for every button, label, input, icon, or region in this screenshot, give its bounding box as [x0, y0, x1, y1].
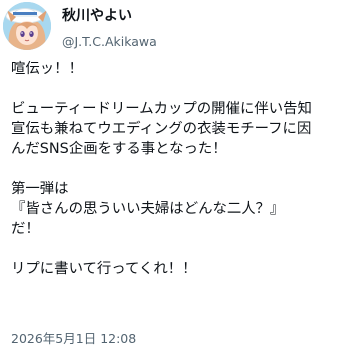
tweet-post: 秋川やよい @J.T.C.Akikawa 喧伝ッ！！ ビューティードリームカップ… — [0, 0, 360, 360]
tweet-line: 『皆さんの思ういい夫婦はどんな二人？』 — [11, 201, 285, 217]
tweet-line: 喧伝ッ！！ — [11, 61, 83, 77]
tweet-paragraph: ビューティードリームカップの開催に伴い告知 宣伝も兼ねてウエディングの衣装モチー… — [11, 99, 356, 159]
tweet-paragraph: リプに書いて行ってくれ！！ — [11, 259, 356, 279]
tweet-paragraph: 第一弾は 『皆さんの思ういい夫婦はどんな二人？』 だ！ — [11, 179, 356, 239]
tweet-text: 喧伝ッ！！ ビューティードリームカップの開催に伴い告知 宣伝も兼ねてウエディング… — [11, 59, 356, 279]
anime-character-avatar-icon — [3, 2, 51, 50]
tweet-line: んだSNS企画をする事となった！ — [11, 141, 227, 157]
tweet-line: 第一弾は — [11, 181, 69, 197]
user-handle[interactable]: @J.T.C.Akikawa — [62, 34, 157, 50]
author-info: 秋川やよい @J.T.C.Akikawa — [62, 7, 157, 50]
tweet-line: 宣伝も兼ねてウエディングの衣装モチーフに因 — [11, 121, 312, 137]
timestamp[interactable]: 2026年5月1日 12:08 — [11, 331, 136, 347]
display-name[interactable]: 秋川やよい — [62, 7, 157, 25]
avatar[interactable] — [3, 2, 51, 50]
tweet-paragraph: 喧伝ッ！！ — [11, 59, 356, 79]
tweet-line: ビューティードリームカップの開催に伴い告知 — [11, 101, 312, 117]
tweet-line: リプに書いて行ってくれ！！ — [11, 261, 197, 277]
tweet-line: だ！ — [11, 221, 40, 237]
